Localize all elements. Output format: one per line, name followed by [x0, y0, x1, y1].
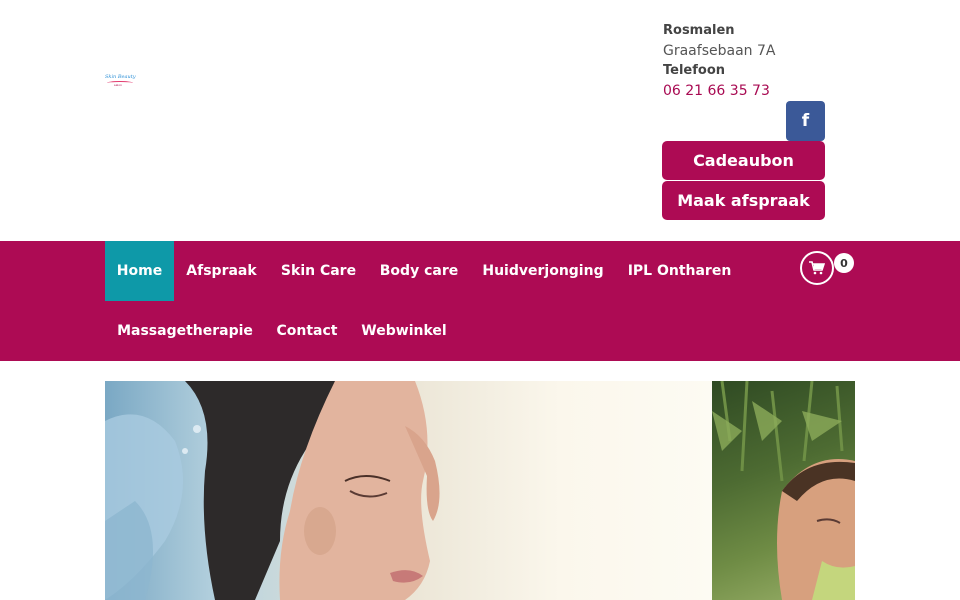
nav-item-huidverjonging[interactable]: Huidverjonging: [470, 241, 616, 301]
nav-item-ipl-ontharen[interactable]: IPL Ontharen: [616, 241, 743, 301]
contact-city: Rosmalen: [663, 23, 735, 38]
contact-address: Graafsebaan 7A: [663, 43, 776, 59]
logo-text: Skin Beauty: [105, 74, 136, 80]
nav-item-body-care[interactable]: Body care: [368, 241, 470, 301]
nav-item-massagetherapie[interactable]: Massagetherapie: [105, 301, 265, 361]
nav-item-skin-care[interactable]: Skin Care: [269, 241, 368, 301]
cart-count-badge: 0: [834, 253, 854, 273]
hero-image-skin-care: [105, 381, 712, 600]
hero-image-massage: [712, 381, 855, 600]
woman-water-splash-image: [105, 381, 440, 600]
make-appointment-button[interactable]: Maak afspraak: [662, 181, 825, 220]
contact-phone-label: Telefoon: [663, 63, 726, 78]
site-logo[interactable]: Skin Beauty salon: [105, 74, 136, 90]
nav-item-contact[interactable]: Contact: [265, 301, 349, 361]
nav-item-home[interactable]: Home: [105, 241, 174, 301]
contact-phone-link[interactable]: 06 21 66 35 73: [663, 81, 843, 101]
cart-button[interactable]: [800, 251, 834, 285]
man-relaxing-image: [712, 381, 855, 600]
facebook-icon: f: [801, 111, 810, 131]
cart-icon: [809, 261, 825, 275]
contact-info: Rosmalen Graafsebaan 7A Telefoon 06 21 6…: [663, 21, 843, 101]
facebook-button[interactable]: f: [786, 101, 825, 141]
nav-item-afspraak[interactable]: Afspraak: [174, 241, 269, 301]
site-header: Skin Beauty salon Rosmalen Graafsebaan 7…: [0, 0, 960, 241]
gift-voucher-button[interactable]: Cadeaubon: [662, 141, 825, 180]
logo-subtext: salon: [114, 83, 122, 87]
nav-item-webwinkel[interactable]: Webwinkel: [349, 301, 459, 361]
